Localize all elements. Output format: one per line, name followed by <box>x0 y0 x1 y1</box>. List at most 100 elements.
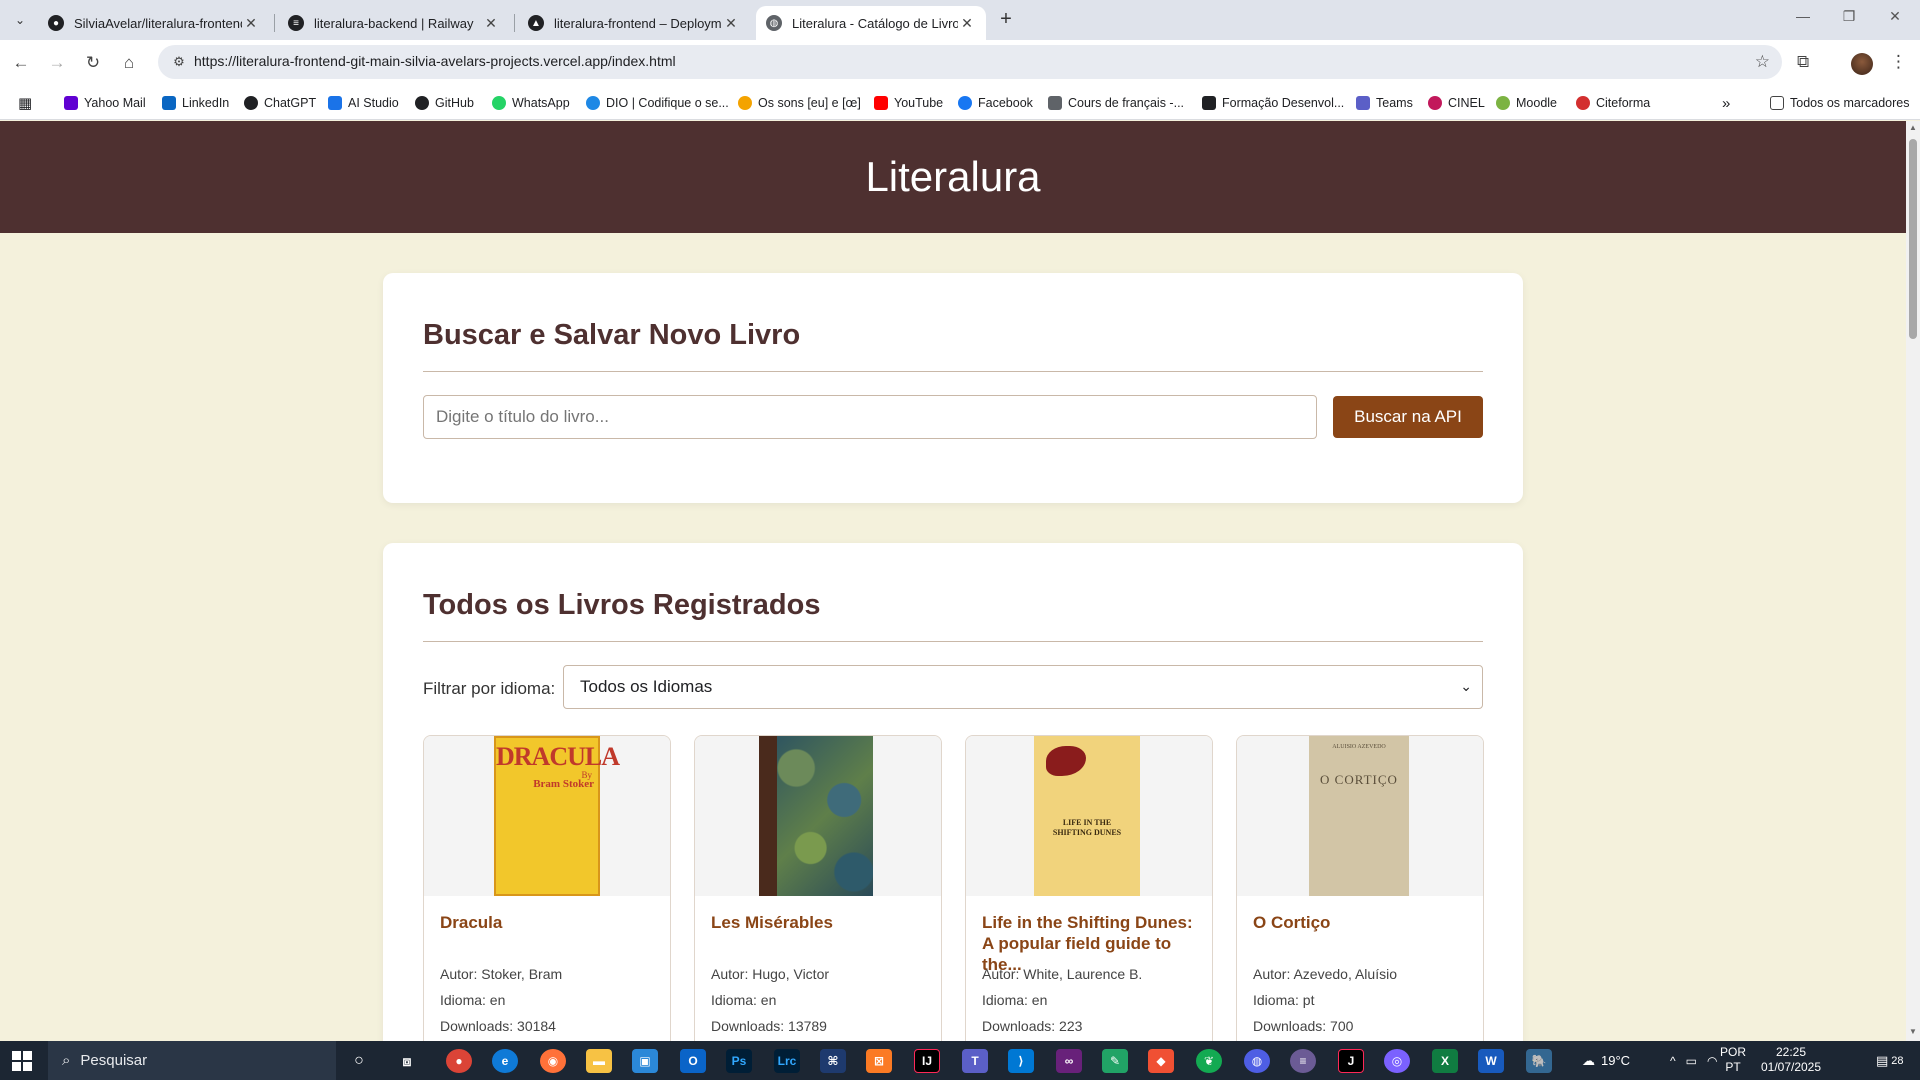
bookmark-facebook[interactable]: Facebook <box>958 94 1033 112</box>
close-icon[interactable]: ✕ <box>722 15 740 32</box>
tab-vercel[interactable]: ▲ literalura-frontend – Deployment ✕ <box>518 6 750 40</box>
photoshop-icon[interactable]: Ps <box>726 1049 752 1073</box>
bookmark-cinel[interactable]: CINEL <box>1428 94 1485 112</box>
tab-divider <box>274 14 275 32</box>
browser-icon[interactable]: ◎ <box>1384 1049 1410 1073</box>
store-icon[interactable]: ▣ <box>632 1049 658 1073</box>
task-view-icon[interactable]: ⧈ <box>394 1049 420 1073</box>
moodle-icon <box>1496 96 1510 110</box>
more-bookmarks-icon[interactable]: » <box>1722 94 1730 112</box>
bookmark-moodle[interactable]: Moodle <box>1496 94 1557 112</box>
close-icon[interactable]: ✕ <box>242 15 260 32</box>
file-explorer-icon[interactable]: ▬ <box>586 1049 612 1073</box>
scroll-down-icon[interactable]: ▼ <box>1909 1027 1917 1036</box>
bookmark-dio[interactable]: DIO | Codifique o se... <box>586 94 729 112</box>
notepad-icon[interactable]: ✎ <box>1102 1049 1128 1073</box>
forward-icon[interactable]: → <box>46 52 68 74</box>
chrome-icon[interactable]: ● <box>446 1049 472 1073</box>
bookmark-whatsapp[interactable]: WhatsApp <box>492 94 570 112</box>
bookmark-chatgpt[interactable]: ChatGPT <box>244 94 316 112</box>
tab-title: SilviaAvelar/literalura-frontend <box>74 15 242 31</box>
intellij-icon[interactable]: IJ <box>914 1049 940 1073</box>
scrollbar-thumb[interactable] <box>1909 139 1917 339</box>
minimize-icon[interactable]: — <box>1780 8 1826 24</box>
window-close-icon[interactable]: ✕ <box>1872 8 1918 25</box>
windows-start-icon[interactable] <box>12 1051 32 1071</box>
bookmark-cours[interactable]: Cours de français -... <box>1048 94 1184 112</box>
jetbrains-icon[interactable]: J <box>1338 1049 1364 1073</box>
language-indicator[interactable]: POR PT <box>1716 1045 1750 1075</box>
notifications-button[interactable]: ▤ 28 <box>1876 1041 1904 1080</box>
apps-icon[interactable]: ▦ <box>18 94 32 112</box>
app-icon[interactable]: ≡ <box>1290 1049 1316 1073</box>
mongodb-icon[interactable]: ❦ <box>1196 1049 1222 1073</box>
bookmark-linkedin[interactable]: LinkedIn <box>162 94 229 112</box>
outlook-icon[interactable]: O <box>680 1049 706 1073</box>
tab-search-button[interactable]: ⌄ <box>8 8 32 32</box>
bookmark-ai-studio[interactable]: AI Studio <box>328 94 399 112</box>
clock-date: 01/07/2025 <box>1760 1060 1822 1074</box>
scroll-up-icon[interactable]: ▲ <box>1909 123 1917 132</box>
git-icon[interactable]: ◆ <box>1148 1049 1174 1073</box>
filter-selected-value: Todos os Idiomas <box>580 677 713 696</box>
lang-code: POR <box>1719 1045 1746 1059</box>
bookmark-teams[interactable]: Teams <box>1356 94 1413 112</box>
ai-studio-icon <box>328 96 342 110</box>
tab-railway[interactable]: ≡ literalura-backend | Railway ✕ <box>278 6 510 40</box>
book-title[interactable]: O Cortiço <box>1253 912 1469 933</box>
book-title[interactable]: Dracula <box>440 912 656 933</box>
postgresql-icon[interactable]: 🐘 <box>1526 1049 1552 1073</box>
bookmark-github[interactable]: GitHub <box>415 94 474 112</box>
edge-icon[interactable]: e <box>492 1049 518 1073</box>
close-icon[interactable]: ✕ <box>482 15 500 32</box>
tab-literalura[interactable]: ◍ Literalura - Catálogo de Livros ✕ <box>756 6 986 40</box>
book-card[interactable]: LIFE IN THE SHIFTING DUNES Life in the S… <box>965 735 1213 1041</box>
home-icon[interactable]: ⌂ <box>118 52 140 74</box>
search-input[interactable] <box>423 395 1317 439</box>
chevron-up-icon[interactable]: ^ <box>1670 1054 1676 1068</box>
close-icon[interactable]: ✕ <box>958 15 976 32</box>
tab-github[interactable]: ● SilviaAvelar/literalura-frontend ✕ <box>38 6 270 40</box>
bookmark-star-icon[interactable]: ☆ <box>1755 52 1770 72</box>
address-bar[interactable]: ⚙ https://literalura-frontend-git-main-s… <box>158 45 1782 79</box>
all-bookmarks-folder[interactable]: Todos os marcadores <box>1770 94 1910 112</box>
word-icon[interactable]: W <box>1478 1049 1504 1073</box>
new-tab-button[interactable]: + <box>994 8 1018 32</box>
extensions-icon[interactable]: ⧉ <box>1797 52 1809 72</box>
vs-installer-icon[interactable]: ⌘ <box>820 1049 846 1073</box>
bookmark-formacao[interactable]: Formação Desenvol... <box>1202 94 1344 112</box>
discord-icon[interactable]: ◍ <box>1244 1049 1270 1073</box>
avatar[interactable] <box>1851 53 1873 75</box>
vertical-scrollbar[interactable]: ▲ ▼ <box>1906 121 1920 1041</box>
search-api-button[interactable]: Buscar na API <box>1333 396 1483 438</box>
book-card[interactable]: ALUISIO AZEVEDO O CORTIÇO O Cortiço Auto… <box>1236 735 1484 1041</box>
site-info-icon[interactable]: ⚙ <box>170 53 188 71</box>
bookmark-label: Citeforma <box>1596 96 1651 110</box>
back-icon[interactable]: ← <box>10 52 32 74</box>
vscode-icon[interactable]: ⟩ <box>1008 1049 1034 1073</box>
menu-icon[interactable]: ⋮ <box>1890 52 1907 72</box>
bookmark-yahoo-mail[interactable]: Yahoo Mail <box>64 94 146 112</box>
url-text[interactable]: https://literalura-frontend-git-main-sil… <box>194 53 676 69</box>
xampp-icon[interactable]: ⊠ <box>866 1049 892 1073</box>
visual-studio-icon[interactable]: ∞ <box>1056 1049 1082 1073</box>
weather-widget[interactable]: ☁ 19°C <box>1582 1041 1630 1080</box>
clock[interactable]: 22:25 01/07/2025 <box>1756 1045 1826 1075</box>
taskbar-search[interactable]: ⌕ Pesquisar <box>48 1041 336 1080</box>
book-card[interactable]: DRACULA By Bram Stoker Dracula Autor: St… <box>423 735 671 1041</box>
reload-icon[interactable]: ↻ <box>82 52 104 74</box>
bookmark-label: Formação Desenvol... <box>1222 96 1345 110</box>
network-icon[interactable]: ▭ <box>1686 1054 1697 1068</box>
language-filter-select[interactable]: Todos os Idiomas ⌄ <box>563 665 1483 709</box>
book-title[interactable]: Les Misérables <box>711 912 927 933</box>
bookmark-citeforma[interactable]: Citeforma <box>1576 94 1650 112</box>
restore-icon[interactable]: ❐ <box>1826 8 1872 25</box>
bookmark-sons[interactable]: Os sons [eu] e [œ] <box>738 94 861 112</box>
excel-icon[interactable]: X <box>1432 1049 1458 1073</box>
book-card[interactable]: Les Misérables Autor: Hugo, Victor Idiom… <box>694 735 942 1041</box>
firefox-icon[interactable]: ◉ <box>540 1049 566 1073</box>
cortana-icon[interactable]: ○ <box>346 1049 372 1073</box>
bookmark-youtube[interactable]: YouTube <box>874 94 943 112</box>
lightroom-icon[interactable]: Lrc <box>774 1049 800 1073</box>
teams-icon[interactable]: T <box>962 1049 988 1073</box>
